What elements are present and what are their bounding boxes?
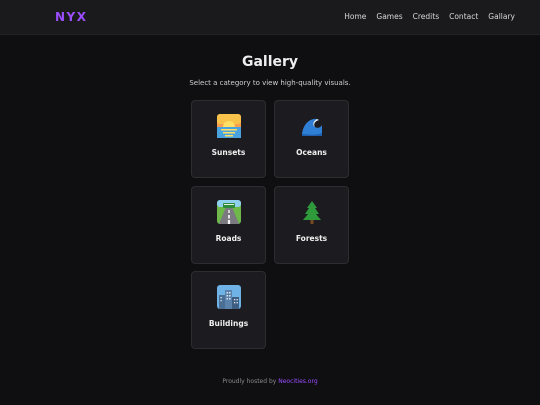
category-label-buildings: Buildings [208, 319, 249, 328]
nav-link-credits[interactable]: Credits [413, 12, 439, 21]
category-label-oceans: Oceans [296, 148, 327, 157]
page-title: Gallery [241, 54, 299, 70]
site-footer: Proudly hosted by Neocities.org [0, 378, 540, 385]
nav-link-home[interactable]: Home [344, 12, 366, 21]
main-nav: Home Games Credits Contact Gallary [344, 12, 515, 21]
category-card-forests[interactable]: Forests [274, 186, 349, 264]
site-logo[interactable]: NYX [55, 10, 87, 24]
category-card-sunsets[interactable]: Sunsets [191, 100, 266, 178]
sunset-icon [192, 113, 265, 139]
page-subtitle: Select a category to view high-quality v… [189, 79, 351, 87]
top-navbar: NYX Home Games Credits Contact Gallary [0, 0, 540, 35]
category-label-sunsets: Sunsets [211, 148, 246, 157]
road-icon [192, 199, 265, 225]
wave-icon [275, 113, 348, 139]
footer-neocities-link[interactable]: Neocities.org [278, 378, 317, 385]
tree-icon [275, 199, 348, 225]
category-card-oceans[interactable]: Oceans [274, 100, 349, 178]
category-card-buildings[interactable]: Buildings [191, 271, 266, 349]
nav-link-games[interactable]: Games [376, 12, 402, 21]
category-card-roads[interactable]: Roads [191, 186, 266, 264]
category-label-forests: Forests [295, 234, 328, 243]
footer-text: Proudly hosted by [222, 378, 277, 385]
nav-link-contact[interactable]: Contact [449, 12, 478, 21]
cityscape-icon [192, 284, 265, 310]
nav-link-gallary[interactable]: Gallary [488, 12, 515, 21]
category-label-roads: Roads [215, 234, 242, 243]
